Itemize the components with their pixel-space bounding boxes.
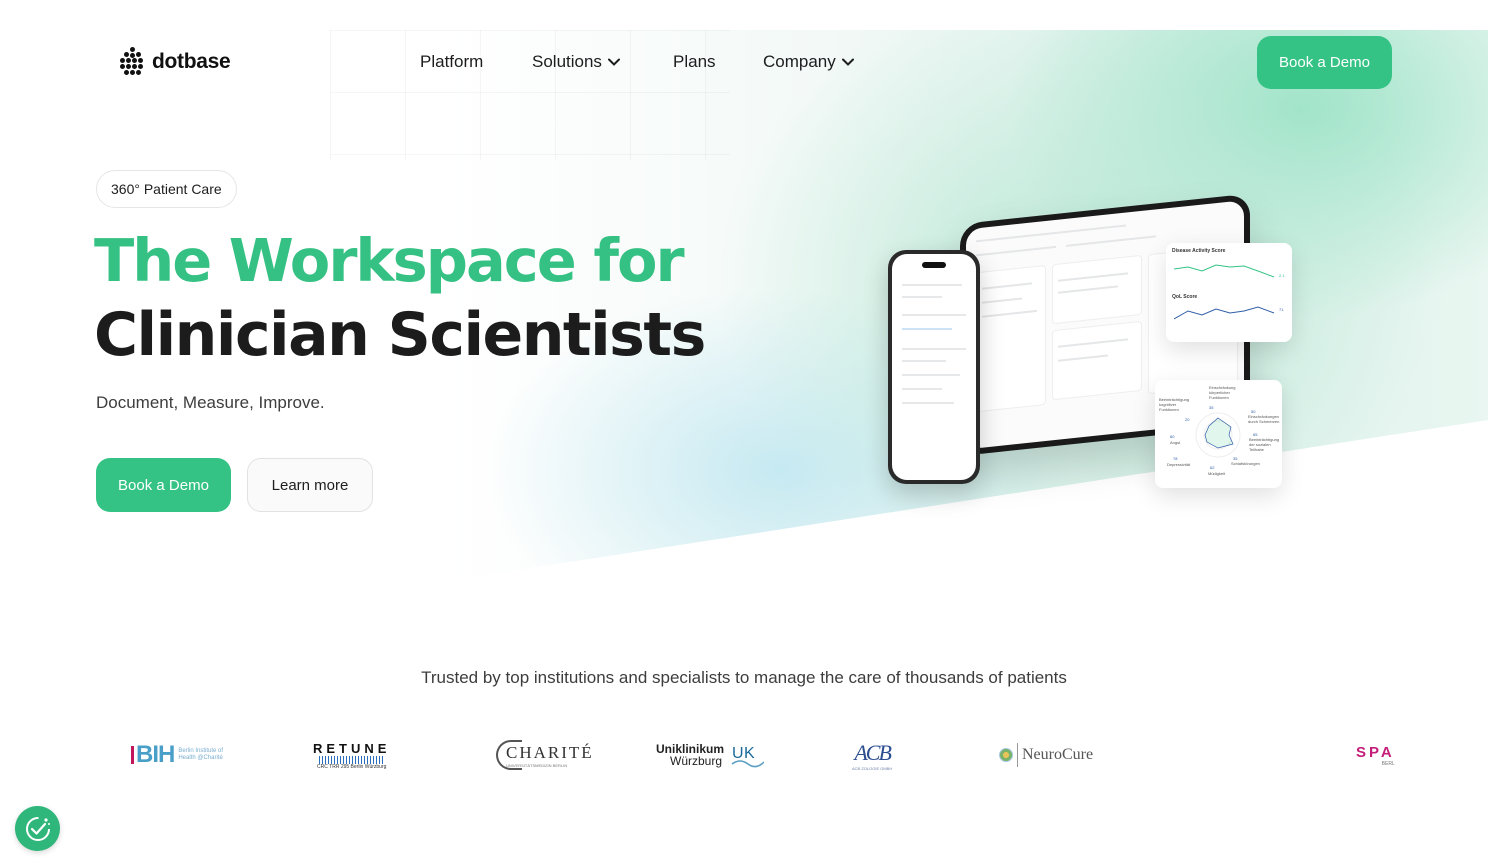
logo-charite: CHARITÉ UNIVERSITÄTSMEDIZIN BERLIN (496, 735, 594, 775)
radar-chart-widget: Einschränkung körperlicher Funktionen 35… (1155, 380, 1282, 488)
qol-title: QoL Score (1172, 294, 1198, 300)
learn-more-button[interactable]: Learn more (247, 458, 373, 512)
nav-company-label: Company (763, 52, 836, 71)
radar-chart (1195, 412, 1241, 458)
logo-retune: RETUNE CRC TRR 295 Berlin Würzburg (313, 740, 391, 770)
nav-solutions[interactable]: Solutions (532, 52, 673, 72)
logo-uniklinikum-wuerzburg: Uniklinikum Würzburg U K (656, 735, 765, 775)
qol-value: 71 (1279, 307, 1284, 312)
radar-label-7: Schlafstörungen (1231, 461, 1260, 466)
radar-value-1: 35 (1209, 405, 1214, 410)
brand-logo[interactable]: dotbase (120, 47, 231, 77)
neurocure-emblem-icon (999, 748, 1013, 762)
radar-label-2: Beeinträchtigung kognitiver Funktionen (1159, 397, 1190, 412)
hero-book-demo-button[interactable]: Book a Demo (96, 458, 231, 512)
logo-acb: ACB ACB ZOLOGIE GMBH (852, 739, 893, 771)
nav-platform[interactable]: Platform (420, 52, 532, 72)
svg-text:U: U (732, 745, 744, 762)
radar-value-8: 62 (1210, 465, 1215, 470)
logo-neurocure: NeuroCure (999, 735, 1093, 775)
privacy-check-icon (25, 816, 50, 841)
nav-platform-label: Platform (420, 52, 484, 71)
headline-line-1: The Workspace for (94, 226, 685, 295)
hero-subline: Document, Measure, Improve. (96, 393, 325, 412)
radar-label-3: Einschränkungen durch Schmerzen (1248, 414, 1280, 424)
radar-label-1: Einschränkung körperlicher Funktionen (1209, 385, 1236, 400)
trusted-by-text: Trusted by top institutions and speciali… (421, 668, 1067, 687)
nav-company[interactable]: Company (763, 52, 854, 72)
chevron-down-icon (607, 58, 620, 66)
hero-grid-decoration (330, 30, 730, 160)
radar-label-6: Depressivität (1167, 462, 1191, 467)
disease-activity-value: 2.1 (1279, 273, 1285, 278)
radar-value-6: 78 (1173, 456, 1178, 461)
hero-badge: 360° Patient Care (96, 170, 237, 208)
headline-line-2: Clinician Scientists (94, 300, 706, 370)
radar-value-7: 35 (1233, 456, 1238, 461)
radar-value-4: 60 (1170, 434, 1175, 439)
phone-mockup (888, 250, 980, 484)
dotbase-logo-icon (120, 47, 146, 77)
svg-text:K: K (744, 745, 755, 762)
header-book-demo-button[interactable]: Book a Demo (1257, 36, 1392, 89)
partner-logos: BIH Berlin Institute of Health @Charité … (0, 735, 1500, 775)
score-chart-widget: Disease Activity Score 2.1 QoL Score 71 (1166, 243, 1292, 342)
chevron-down-icon (841, 58, 854, 66)
nav-plans[interactable]: Plans (673, 52, 763, 72)
qol-line (1174, 306, 1275, 320)
uk-wave-icon: U K (731, 745, 765, 768)
cookie-consent-button[interactable] (15, 806, 60, 851)
phone-screen (892, 254, 976, 480)
main-nav: Platform Solutions Plans Company (420, 52, 854, 72)
nav-plans-label: Plans (673, 52, 716, 71)
radar-value-2: 20 (1185, 417, 1190, 422)
radar-label-4: Angst (1170, 440, 1181, 445)
disease-activity-line (1174, 264, 1275, 278)
radar-value-3: 50 (1251, 409, 1256, 414)
logo-spa: SPA BERL (1356, 743, 1395, 767)
disease-activity-title: Disease Activity Score (1172, 248, 1226, 254)
radar-value-5: 65 (1253, 432, 1258, 437)
radar-label-8: Müdigkeit (1208, 471, 1226, 476)
nav-solutions-label: Solutions (532, 52, 602, 71)
radar-label-5: Beeinträchtigung der sozialen Teilhabe (1249, 437, 1280, 452)
logo-bih: BIH Berlin Institute of Health @Charité (131, 735, 226, 775)
brand-name: dotbase (152, 50, 231, 73)
